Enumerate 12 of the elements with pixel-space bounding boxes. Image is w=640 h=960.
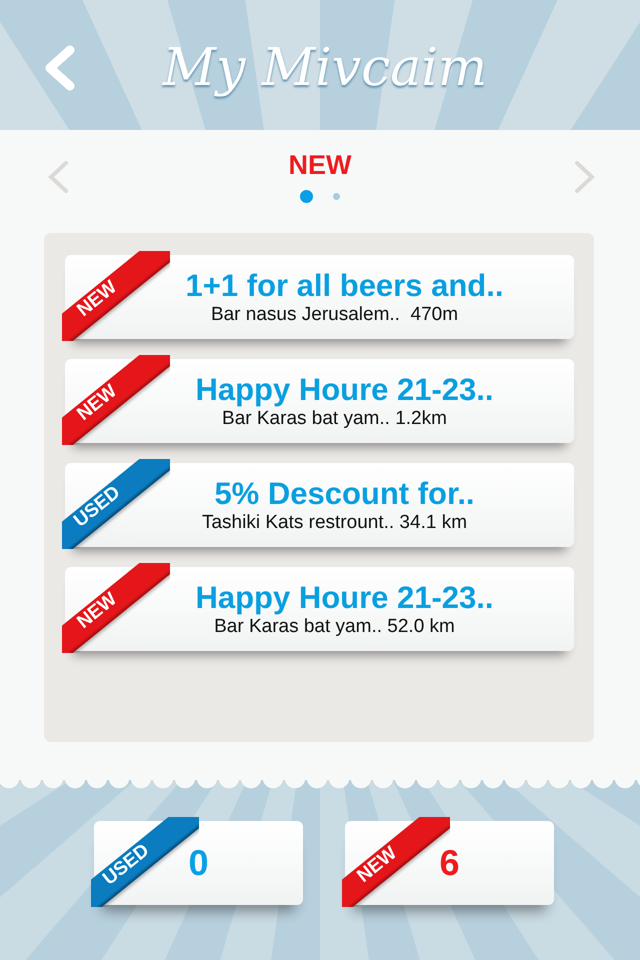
deal-title: 5% Descount for.. xyxy=(214,476,475,512)
deal-details: Bar nasus Jerusalem.. 470m xyxy=(210,304,458,326)
deal-title: Happy Houre 21-23.. xyxy=(195,372,494,408)
deal-details: Bar Karas bat yam.. 1.2km xyxy=(222,408,447,430)
page-dot[interactable] xyxy=(333,193,340,200)
page-title: NEW xyxy=(288,150,352,180)
deal-title: Happy Houre 21-23.. xyxy=(195,580,494,616)
deal-details: Bar Karas bat yam.. 52.0 km xyxy=(214,616,455,638)
page-dot[interactable] xyxy=(300,190,313,203)
deal-title: 1+1 for all beers and.. xyxy=(186,268,504,304)
deal-details: Tashiki Kats restrount.. 34.1 km xyxy=(202,512,468,534)
app-title: My Mivcaim xyxy=(161,37,488,98)
